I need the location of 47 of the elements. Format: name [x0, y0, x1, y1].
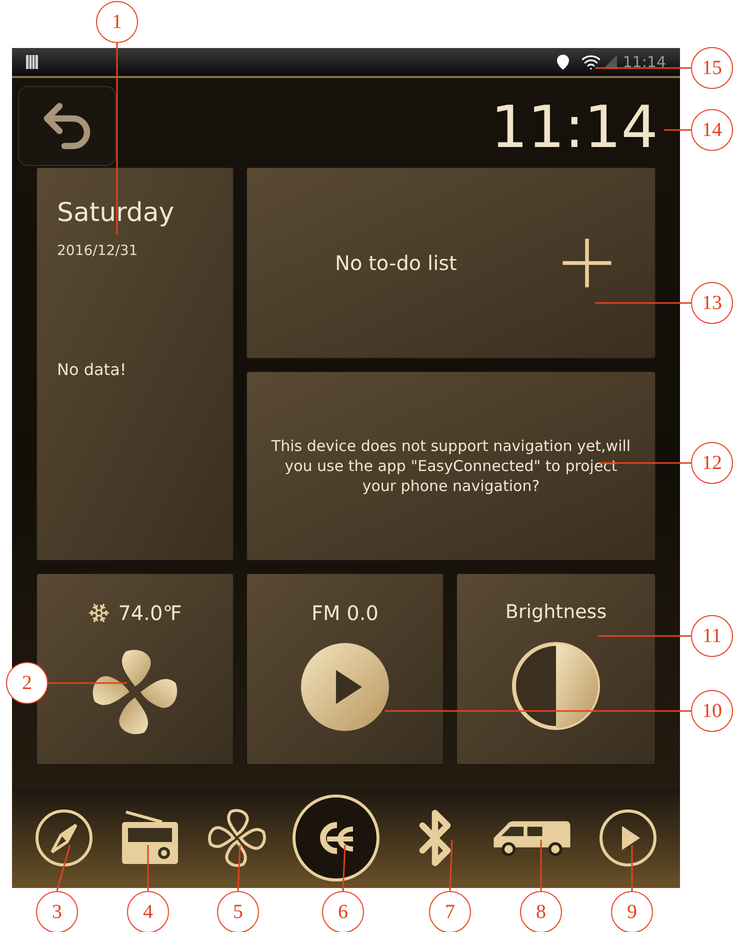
location-icon — [554, 54, 571, 70]
todo-tile[interactable]: No to-do list — [247, 168, 655, 358]
callout-number: 6 — [322, 891, 364, 932]
no-data-message: No data! — [57, 359, 128, 381]
callout-number: 1 — [96, 1, 138, 43]
radio-station: FM 0.0 — [312, 600, 378, 627]
radio-tile[interactable]: FM 0.0 — [247, 574, 443, 764]
temperature: 74.0℉ — [118, 600, 182, 627]
callout-number: 8 — [520, 891, 562, 932]
leader-line — [540, 840, 542, 891]
signal-icon — [602, 55, 617, 69]
navigation-tile[interactable]: This device does not support navigation yet,will you use the app "EasyConnected" to project your phone navigation? — [247, 372, 655, 560]
play-icon[interactable] — [300, 642, 390, 732]
callout-number: 3 — [36, 891, 78, 932]
notification-icon — [26, 55, 38, 69]
brightness-tile[interactable]: Brightness — [457, 574, 655, 764]
leader-line — [631, 845, 633, 891]
callout-number: 9 — [611, 891, 653, 932]
callout-number: 7 — [429, 891, 471, 932]
leader-line — [342, 844, 346, 892]
date: 2016/12/31 — [57, 242, 139, 261]
callout-number: 4 — [127, 891, 169, 932]
climate-tile[interactable]: 74.0℉ — [37, 574, 233, 764]
brightness-icon — [511, 640, 601, 730]
status-time: 11:14 — [622, 52, 666, 73]
callout-number: 10 — [691, 690, 733, 732]
fan-icon — [206, 808, 267, 868]
navigation-message: This device does not support navigation yet,will you use the app "EasyConnected" to project your phone navigation? — [270, 436, 632, 496]
clock: 11:14 — [490, 92, 658, 162]
logo-icon[interactable] — [290, 793, 381, 883]
leader-line — [56, 844, 71, 892]
callout-number: 12 — [691, 442, 733, 484]
snowflake-icon — [88, 602, 110, 624]
callout-number: 11 — [691, 615, 733, 657]
compass-icon[interactable] — [34, 808, 94, 868]
todo-message: No to-do list — [335, 250, 458, 277]
back-button[interactable] — [18, 86, 116, 166]
callout-number: 15 — [691, 47, 733, 89]
play-icon[interactable] — [598, 808, 658, 868]
callout-number: 5 — [217, 891, 259, 932]
callout-number: 13 — [691, 282, 733, 324]
leader-line — [449, 840, 453, 892]
callout-number: 14 — [691, 109, 733, 151]
brightness-label: Brightness — [505, 600, 607, 625]
leader-line — [237, 844, 241, 892]
leader-line — [147, 845, 149, 891]
leader-line — [664, 129, 691, 131]
